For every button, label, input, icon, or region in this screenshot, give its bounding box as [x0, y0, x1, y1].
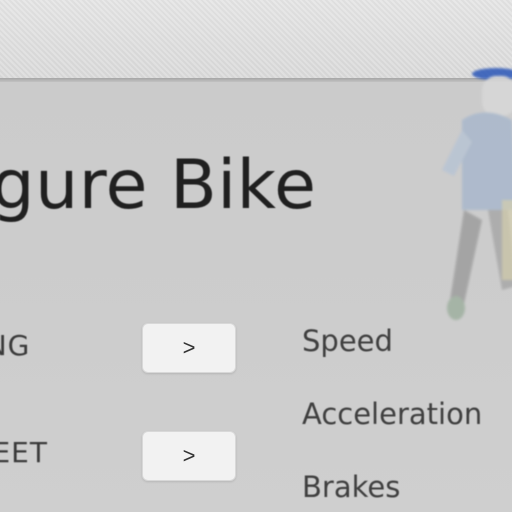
next-street-button[interactable]: >: [142, 431, 236, 481]
rider-figure: [442, 68, 512, 320]
rider-shoe: [447, 296, 465, 320]
rider-head: [482, 76, 512, 116]
page-title: nfigure Bike: [0, 146, 317, 225]
option-label-steering: RING: [0, 329, 31, 362]
stat-acceleration-label: Acceleration: [302, 397, 483, 431]
stat-brakes-label: Brakes: [302, 470, 401, 504]
next-steering-button[interactable]: >: [142, 323, 236, 373]
option-label-street: REET: [0, 436, 48, 469]
rider-leg-left: [450, 210, 482, 304]
rider-accent: [502, 200, 512, 280]
rider-torso: [462, 112, 512, 210]
game-screen: nfigure Bike RING > REET > Speed Acceler…: [0, 0, 512, 512]
stat-speed-label: Speed: [302, 324, 393, 358]
